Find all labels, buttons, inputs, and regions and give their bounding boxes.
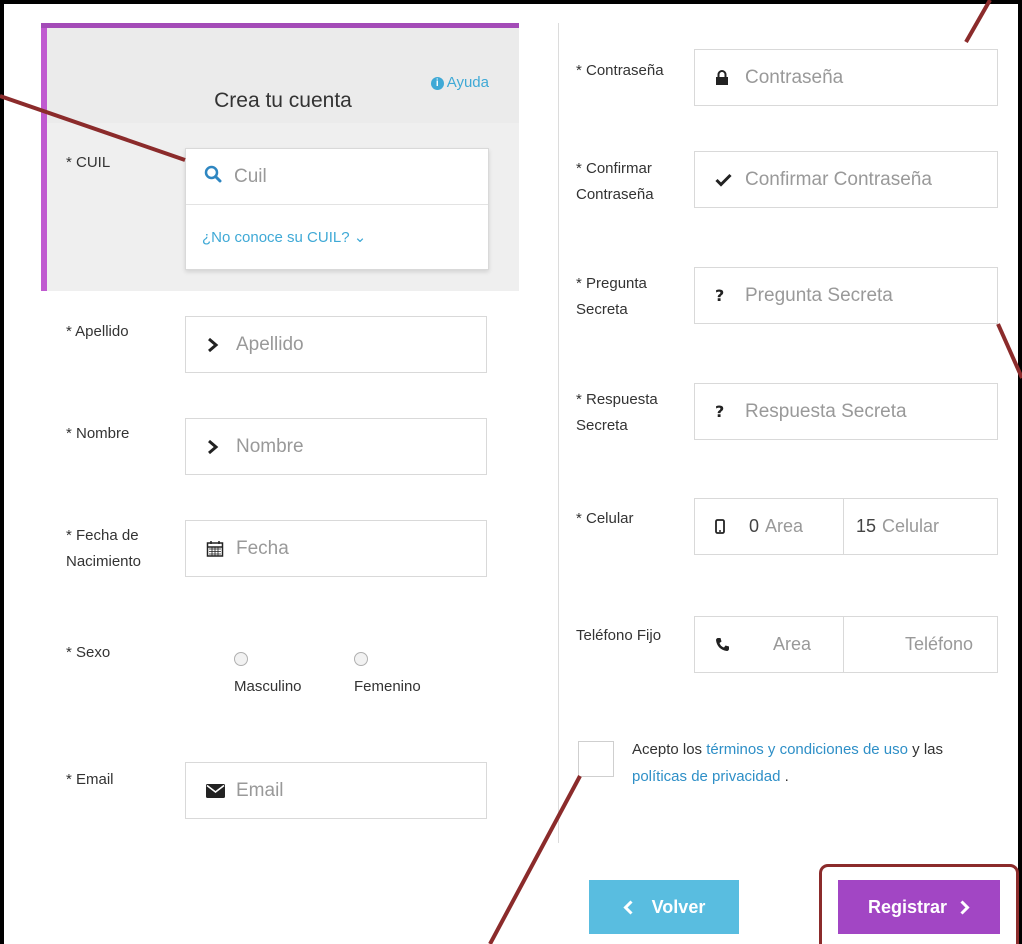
nombre-label: * Nombre	[66, 425, 130, 442]
landline-area-placeholder: Area	[773, 634, 812, 654]
check-icon	[715, 173, 745, 187]
cellphone-label: * Celular	[576, 510, 634, 527]
register-label: Registrar	[867, 896, 948, 917]
nombre-input[interactable]: Nombre	[185, 418, 487, 475]
cellphone-area-prefix: 0	[749, 516, 760, 536]
secret-answer-input[interactable]: ? Respuesta Secreta	[694, 383, 998, 440]
landline-number-input[interactable]: Teléfono	[844, 617, 997, 672]
nombre-placeholder: Nombre	[236, 435, 304, 457]
terms-text-1: Acepto los	[632, 741, 707, 758]
cellphone-area-placeholder: Area	[765, 516, 804, 536]
phone-icon	[715, 637, 773, 652]
help-link[interactable]: i Ayuda	[430, 74, 489, 91]
question-icon: ?	[715, 286, 725, 305]
column-divider	[558, 23, 559, 843]
landline-group: Area Teléfono	[694, 616, 998, 673]
cuil-label: * CUIL	[66, 154, 111, 171]
question-label-line1: * Pregunta	[576, 275, 647, 292]
email-placeholder: Email	[236, 779, 284, 801]
secret-question-input[interactable]: ? Pregunta Secreta	[694, 267, 998, 324]
confirm-password-input[interactable]: Confirmar Contraseña	[694, 151, 998, 208]
question-icon: ?	[715, 402, 725, 421]
confirm-label: * Confirmar Contraseña	[576, 156, 654, 207]
answer-label: * Respuesta Secreta	[576, 387, 658, 438]
apellido-label: * Apellido	[66, 323, 129, 340]
landline-label: Teléfono Fijo	[576, 627, 662, 644]
fecha-input[interactable]: Fecha	[185, 520, 487, 577]
masculino-label: Masculino	[234, 678, 302, 695]
answer-label-line2: Secreta	[576, 416, 628, 434]
cuil-placeholder: Cuil	[234, 165, 267, 187]
answer-label-line1: * Respuesta	[576, 391, 658, 408]
mobile-icon	[715, 519, 749, 534]
apellido-placeholder: Apellido	[236, 333, 304, 355]
question-label: * Pregunta Secreta	[576, 271, 647, 322]
privacy-policy-link[interactable]: políticas de privacidad	[632, 768, 780, 785]
cuil-box: Cuil ¿No conoce su CUIL? ⌄	[185, 148, 489, 270]
radio-masculino[interactable]	[234, 652, 248, 666]
landline-number-placeholder: Teléfono	[904, 634, 973, 654]
cellphone-number-input[interactable]: 15 Celular	[844, 499, 997, 554]
terms-text-3: .	[780, 768, 789, 785]
cellphone-group: 0 Area 15 Celular	[694, 498, 998, 555]
cuil-input[interactable]: Cuil	[186, 149, 488, 205]
sexo-label: * Sexo	[66, 644, 111, 661]
chevron-right-icon	[959, 899, 970, 915]
cellphone-number-placeholder: Celular	[882, 516, 940, 536]
info-icon: i	[430, 77, 444, 90]
fecha-label: * Fecha de Nacimiento	[66, 523, 141, 574]
search-icon	[204, 165, 234, 188]
help-label: Ayuda	[446, 74, 489, 91]
terms-text: Acepto los términos y condiciones de uso…	[632, 736, 962, 790]
envelope-icon	[206, 783, 236, 798]
cellphone-number-prefix: 15	[856, 516, 877, 536]
chevron-right-icon	[206, 337, 236, 353]
back-button[interactable]: Volver	[589, 880, 739, 934]
terms-checkbox[interactable]	[578, 741, 614, 777]
password-label: * Contraseña	[576, 62, 664, 79]
password-placeholder: Contraseña	[745, 66, 844, 88]
fecha-label-line2: Nacimiento	[66, 552, 142, 570]
calendar-icon	[206, 540, 236, 558]
email-input[interactable]: Email	[185, 762, 487, 819]
confirm-placeholder: Confirmar Contraseña	[745, 168, 932, 190]
password-input[interactable]: Contraseña	[694, 49, 998, 106]
register-button[interactable]: Registrar	[838, 880, 1000, 934]
fecha-label-line1: * Fecha de	[66, 527, 139, 544]
chevron-left-icon	[623, 899, 634, 915]
header-accent-bar	[41, 23, 519, 28]
terms-conditions-link[interactable]: términos y condiciones de uso	[706, 741, 908, 758]
confirm-label-line2: Contraseña	[576, 185, 654, 203]
landline-area-input[interactable]: Area	[695, 617, 843, 672]
question-label-line2: Secreta	[576, 300, 628, 318]
page-title: Crea tu cuenta	[214, 89, 352, 112]
question-placeholder: Pregunta Secreta	[745, 284, 893, 306]
confirm-label-line1: * Confirmar	[576, 160, 652, 177]
lock-icon	[715, 69, 745, 86]
cuil-help-link[interactable]: ¿No conoce su CUIL? ⌄	[186, 205, 488, 269]
fecha-placeholder: Fecha	[236, 537, 289, 559]
radio-femenino[interactable]	[354, 652, 368, 666]
email-label: * Email	[66, 771, 114, 788]
femenino-label: Femenino	[354, 678, 421, 695]
terms-text-2: y las	[908, 741, 944, 758]
apellido-input[interactable]: Apellido	[185, 316, 487, 373]
answer-placeholder: Respuesta Secreta	[745, 400, 907, 422]
chevron-right-icon	[206, 439, 236, 455]
cellphone-area-input[interactable]: 0 Area	[695, 499, 843, 554]
back-label: Volver	[651, 896, 706, 917]
frame-edge	[1018, 0, 1022, 944]
